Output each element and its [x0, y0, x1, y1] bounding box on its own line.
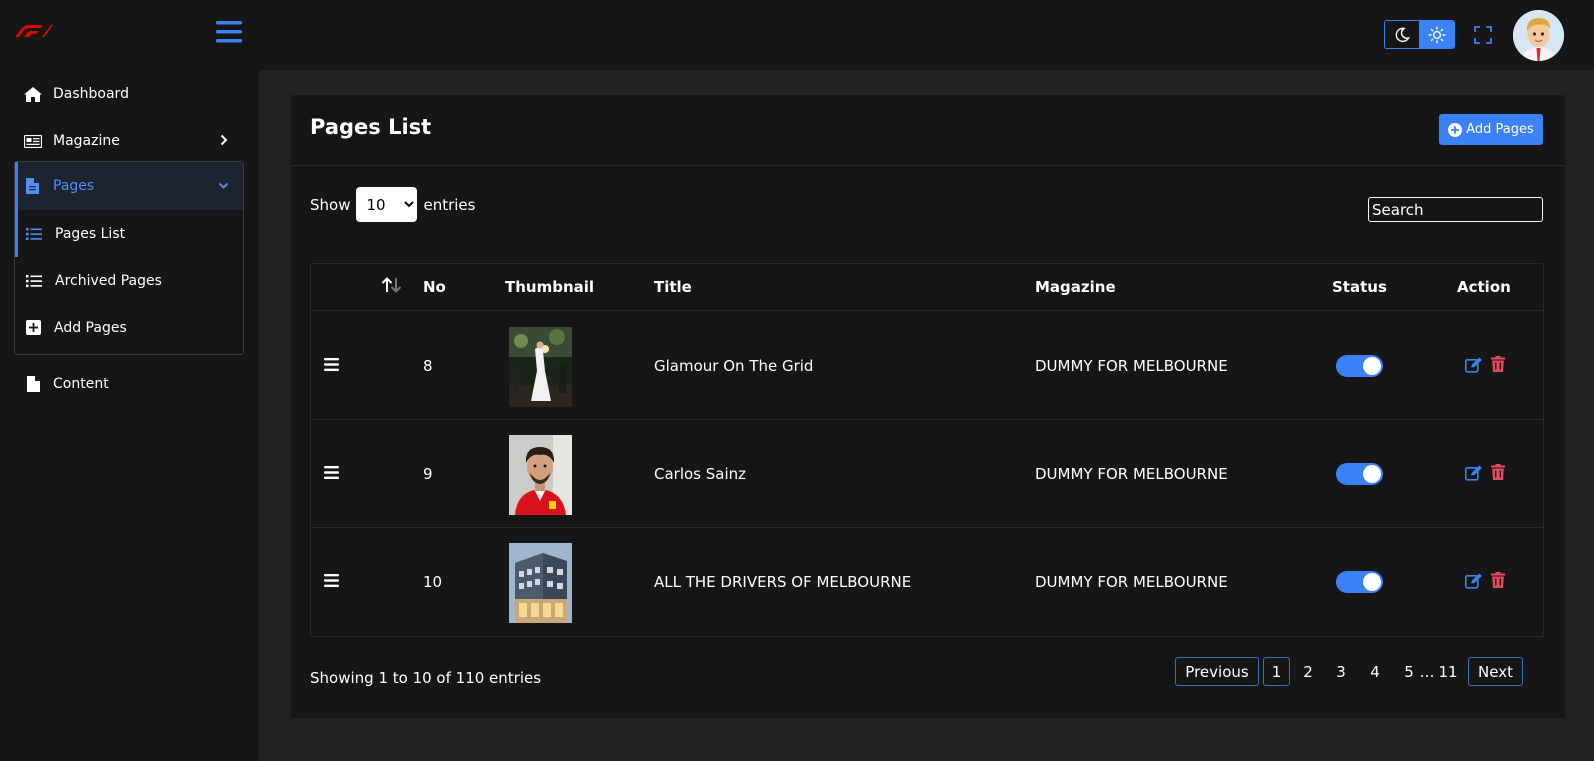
card-divider: [291, 165, 1565, 166]
column-header-magazine[interactable]: Magazine: [1035, 278, 1116, 296]
moon-icon: [1394, 27, 1410, 43]
sidebar-item-label: Dashboard: [53, 86, 129, 102]
status-toggle[interactable]: [1336, 355, 1383, 377]
pages-table: No Thumbnail Title Magazine Status Actio…: [310, 263, 1544, 637]
plus-circle-icon: [1448, 122, 1463, 137]
table-row: 10 ALL THE DRIVERS OF MELBOURNE DUMMY FO…: [311, 527, 1543, 636]
row-thumbnail: [509, 543, 572, 623]
status-toggle[interactable]: [1336, 463, 1383, 485]
column-header-status[interactable]: Status: [1332, 278, 1387, 296]
pagination-ellipsis: …: [1419, 662, 1435, 681]
sidebar-group-pages: Pages Pages List Archived Pages Add Page…: [14, 161, 244, 355]
sidebar-subitem-archived-pages[interactable]: Archived Pages: [15, 257, 243, 304]
add-pages-button[interactable]: Add Pages: [1439, 114, 1543, 145]
pages-list-card: Pages List Add Pages Show 10 entries No …: [291, 95, 1565, 718]
pagination-page-4[interactable]: 4: [1364, 657, 1386, 686]
row-number: 10: [423, 573, 443, 591]
pagination-page-last[interactable]: 11: [1437, 657, 1459, 686]
light-mode-button[interactable]: [1419, 21, 1454, 48]
pagination-page-3[interactable]: 3: [1330, 657, 1352, 686]
entries-info: Showing 1 to 10 of 110 entries: [310, 669, 542, 687]
page-title: Pages List: [310, 115, 432, 139]
sidebar-item-label: Magazine: [53, 133, 120, 149]
hamburger-icon[interactable]: [216, 20, 242, 44]
theme-toggle[interactable]: [1384, 20, 1455, 49]
delete-icon[interactable]: [1491, 572, 1505, 588]
status-toggle[interactable]: [1336, 571, 1383, 593]
table-row: 9 Carlos Sainz DUMMY FOR MELBOURNE: [311, 419, 1543, 528]
f1-logo-icon[interactable]: [13, 25, 53, 37]
row-title: ALL THE DRIVERS OF MELBOURNE: [654, 573, 912, 591]
chevron-down-icon: [218, 182, 229, 190]
avatar[interactable]: [1513, 10, 1564, 61]
pagination-page-1[interactable]: 1: [1263, 657, 1290, 686]
column-header-thumbnail[interactable]: Thumbnail: [505, 278, 594, 296]
row-title: Glamour On The Grid: [654, 357, 814, 375]
page-size-control: Show 10 entries: [310, 187, 475, 222]
column-header-title[interactable]: Title: [654, 278, 692, 296]
sidebar-item-magazine[interactable]: Magazine: [14, 117, 244, 165]
table-header: No Thumbnail Title Magazine Status Actio…: [311, 264, 1543, 311]
sidebar-subitem-label: Archived Pages: [55, 272, 162, 289]
add-pages-label: Add Pages: [1466, 122, 1534, 137]
top-bar: [0, 0, 1594, 70]
show-label: Show: [310, 195, 351, 214]
entries-label: entries: [423, 195, 476, 214]
pagination-page-5[interactable]: 5: [1398, 657, 1420, 686]
sidebar-subitem-label: Add Pages: [54, 319, 127, 336]
list-icon: [26, 227, 42, 241]
page-size-select[interactable]: 10: [356, 187, 418, 222]
sidebar-subitem-pages-list[interactable]: Pages List: [15, 210, 243, 257]
drag-handle-icon[interactable]: [324, 574, 339, 587]
sidebar: Dashboard Magazine Pages Pages List Arch…: [0, 70, 259, 761]
row-number: 9: [423, 465, 433, 483]
row-magazine: DUMMY FOR MELBOURNE: [1035, 357, 1228, 375]
sort-icon[interactable]: [381, 277, 403, 293]
row-thumbnail: [509, 327, 572, 407]
sidebar-item-dashboard[interactable]: Dashboard: [14, 70, 244, 118]
edit-icon[interactable]: [1465, 465, 1483, 481]
file-icon: [26, 178, 39, 194]
column-header-no[interactable]: No: [423, 278, 446, 296]
chevron-right-icon: [220, 134, 228, 146]
plus-square-icon: [26, 320, 41, 335]
drag-handle-icon[interactable]: [324, 466, 339, 479]
list-icon: [26, 274, 42, 288]
search-input[interactable]: [1368, 197, 1543, 222]
sidebar-item-label: Pages: [53, 178, 95, 194]
row-number: 8: [423, 357, 433, 375]
edit-icon[interactable]: [1465, 573, 1483, 589]
column-header-action: Action: [1457, 278, 1511, 296]
drag-handle-icon[interactable]: [324, 358, 339, 371]
sidebar-item-label: Content: [53, 376, 109, 392]
sun-icon: [1428, 26, 1446, 44]
delete-icon[interactable]: [1491, 464, 1505, 480]
fullscreen-icon[interactable]: [1474, 26, 1492, 44]
pagination-next[interactable]: Next: [1468, 657, 1523, 686]
sidebar-subitem-add-pages[interactable]: Add Pages: [15, 304, 243, 351]
pagination-previous[interactable]: Previous: [1175, 657, 1259, 686]
row-thumbnail: [509, 435, 572, 515]
table-row: 8 Glamour On The Grid DUMMY FOR MELBOURN…: [311, 311, 1543, 420]
row-title: Carlos Sainz: [654, 465, 747, 483]
file-icon: [24, 376, 42, 392]
sidebar-item-content[interactable]: Content: [14, 360, 244, 408]
sidebar-item-pages[interactable]: Pages: [15, 162, 243, 210]
dark-mode-button[interactable]: [1385, 21, 1420, 48]
row-magazine: DUMMY FOR MELBOURNE: [1035, 465, 1228, 483]
newspaper-icon: [24, 134, 42, 148]
delete-icon[interactable]: [1491, 356, 1505, 372]
row-magazine: DUMMY FOR MELBOURNE: [1035, 573, 1228, 591]
sidebar-subitem-label: Pages List: [55, 225, 126, 242]
home-icon: [24, 86, 42, 102]
edit-icon[interactable]: [1465, 357, 1483, 373]
pagination-page-2[interactable]: 2: [1297, 657, 1319, 686]
